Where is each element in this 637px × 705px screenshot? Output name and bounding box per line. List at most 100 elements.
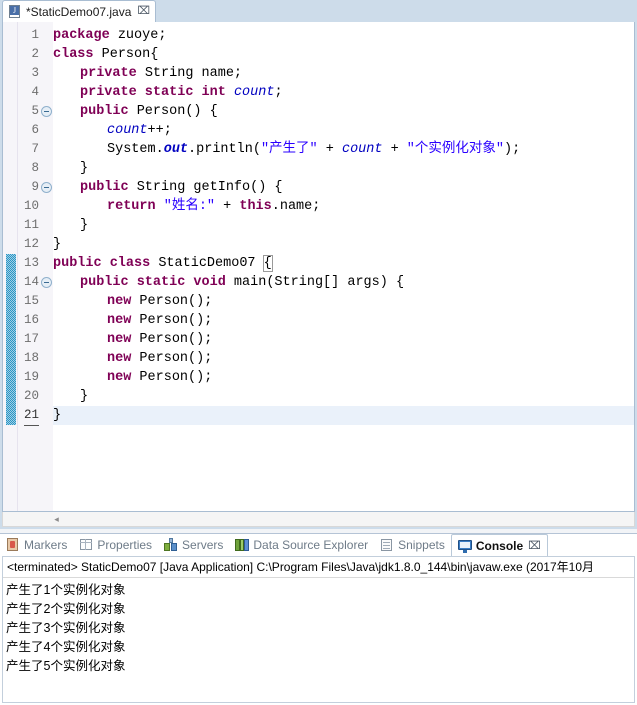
code-line[interactable]: return "姓名:" + this.name; — [107, 197, 320, 216]
view-tab-label: Markers — [24, 538, 68, 552]
line-number: 16 — [23, 313, 39, 327]
annotation-ruler[interactable] — [3, 22, 18, 511]
editor-horizontal-scrollbar[interactable]: ◂ — [2, 512, 635, 527]
view-tab-label: Data Source Explorer — [253, 538, 369, 552]
line-number-gutter[interactable]: 1 2 3 4 5 6 7 8 9 10 11 12 13 14 15 16 17 18 19 20 21 — [18, 22, 53, 511]
close-icon[interactable]: ⌧ — [528, 539, 541, 552]
line-number: 3 — [31, 66, 39, 80]
code-area[interactable]: 1 2 3 4 5 6 7 8 9 10 11 12 13 14 15 16 17 18 19 20 21 packag… — [3, 22, 634, 511]
code-line[interactable]: private static int count; — [80, 83, 283, 102]
code-token: } — [53, 237, 62, 252]
code-line[interactable]: } — [53, 406, 61, 425]
code-token: public — [80, 180, 129, 195]
view-tabstrip: Markers Properties Servers Data Source Expl… — [0, 533, 637, 556]
code-token: public class — [53, 256, 151, 271]
code-line[interactable]: private String name; — [80, 64, 242, 83]
line-number: 7 — [31, 142, 39, 156]
code-line[interactable]: public static void main(String[] args) { — [80, 273, 404, 292]
code-line[interactable]: public Person() { — [80, 102, 218, 121]
code-token: package — [53, 28, 110, 43]
code-line[interactable]: } — [80, 387, 88, 406]
code-token: count — [341, 142, 383, 157]
code-token: Person(); — [131, 294, 213, 309]
view-tab-servers[interactable]: Servers — [158, 534, 229, 556]
code-line[interactable]: package zuoye; — [53, 26, 166, 45]
code-line[interactable]: new Person(); — [107, 349, 212, 368]
line-number: 1 — [31, 28, 39, 42]
code-token: + — [215, 199, 240, 214]
line-number: 10 — [23, 199, 39, 213]
code-token: new — [107, 370, 132, 385]
view-tab-snippets[interactable]: Snippets — [374, 534, 451, 556]
code-token: count — [107, 123, 148, 138]
code-lines[interactable]: package zuoye; class Person{private Strin… — [53, 22, 634, 511]
code-line[interactable]: new Person(); — [107, 311, 212, 330]
eclipse-window: J *StaticDemo07.java ⌧ 1 2 3 4 5 6 7 8 9 10 11 12 13… — [0, 0, 637, 705]
code-token: this — [239, 199, 272, 214]
line-number: 14 — [23, 275, 39, 289]
code-token: } — [80, 161, 89, 176]
line-number: 9 — [31, 180, 39, 194]
code-token: out — [163, 142, 189, 157]
code-token: class — [53, 47, 94, 62]
view-tab-label: Snippets — [398, 538, 445, 552]
console-output-line: 产生了2个实例化对象 — [6, 602, 126, 616]
line-number: 17 — [23, 332, 39, 346]
code-token: new — [107, 332, 132, 347]
editor-body[interactable]: 1 2 3 4 5 6 7 8 9 10 11 12 13 14 15 16 17 18 19 20 21 packag… — [2, 22, 635, 512]
view-tab-properties[interactable]: Properties — [73, 534, 158, 556]
code-token: new — [107, 294, 132, 309]
code-token: String name; — [136, 66, 243, 81]
line-number: 18 — [23, 351, 39, 365]
code-token: main(String[] args) { — [225, 275, 405, 290]
code-token: StaticDemo07 — [150, 256, 264, 271]
code-token: public — [80, 104, 129, 119]
line-number: 2 — [31, 47, 39, 61]
view-tab-markers[interactable]: Markers — [0, 534, 73, 556]
close-icon[interactable]: ⌧ — [137, 6, 150, 17]
code-line[interactable]: } — [53, 235, 61, 254]
fold-collapse-icon[interactable] — [41, 277, 52, 288]
code-token: ; — [274, 85, 283, 100]
code-line[interactable]: count++; — [107, 121, 172, 140]
code-token: private — [80, 66, 137, 81]
code-line[interactable]: public class StaticDemo07 { — [53, 254, 273, 273]
java-file-icon: J — [9, 5, 22, 18]
view-tab-label: Servers — [182, 538, 224, 552]
code-line[interactable]: } — [80, 159, 88, 178]
code-line[interactable]: System.out.println("产生了" + count + "个实例化… — [107, 140, 520, 159]
code-token: Person(); — [131, 351, 213, 366]
code-token: new — [107, 313, 132, 328]
scroll-left-icon[interactable]: ◂ — [51, 514, 62, 525]
code-token: "姓名:" — [163, 199, 216, 214]
fold-collapse-icon[interactable] — [41, 182, 52, 193]
code-token: .println( — [188, 142, 261, 157]
console-output-line: 产生了5个实例化对象 — [6, 659, 126, 673]
servers-icon — [164, 538, 178, 552]
code-line[interactable]: class Person{ — [53, 45, 158, 64]
view-tab-console[interactable]: Console ⌧ — [450, 534, 548, 556]
console-output-line: 产生了4个实例化对象 — [6, 640, 126, 654]
code-token: zuoye; — [109, 28, 167, 43]
code-line[interactable]: new Person(); — [107, 330, 212, 349]
code-token: { — [262, 255, 273, 272]
line-number: 15 — [23, 294, 39, 308]
fold-collapse-icon[interactable] — [41, 106, 52, 117]
code-line[interactable]: } — [80, 216, 88, 235]
code-line[interactable]: public String getInfo() { — [80, 178, 283, 197]
code-token: ); — [504, 142, 521, 157]
line-number: 8 — [31, 161, 39, 175]
code-token: } — [80, 389, 89, 404]
code-line[interactable]: new Person(); — [107, 292, 212, 311]
line-number: 21 — [23, 406, 39, 426]
line-number: 11 — [23, 218, 39, 232]
console-icon — [457, 539, 472, 553]
editor-tab-staticdemo07[interactable]: J *StaticDemo07.java ⌧ — [2, 0, 157, 22]
code-token: "个实例化对象" — [406, 142, 504, 157]
console-view[interactable]: <terminated> StaticDemo07 [Java Applicat… — [2, 556, 635, 703]
console-output[interactable]: 产生了1个实例化对象 产生了2个实例化对象 产生了3个实例化对象 产生了4个实例化对象… — [3, 578, 634, 702]
code-token: + — [382, 142, 407, 157]
code-line[interactable]: new Person(); — [107, 368, 212, 387]
view-tab-data-source-explorer[interactable]: Data Source Explorer — [229, 534, 374, 556]
